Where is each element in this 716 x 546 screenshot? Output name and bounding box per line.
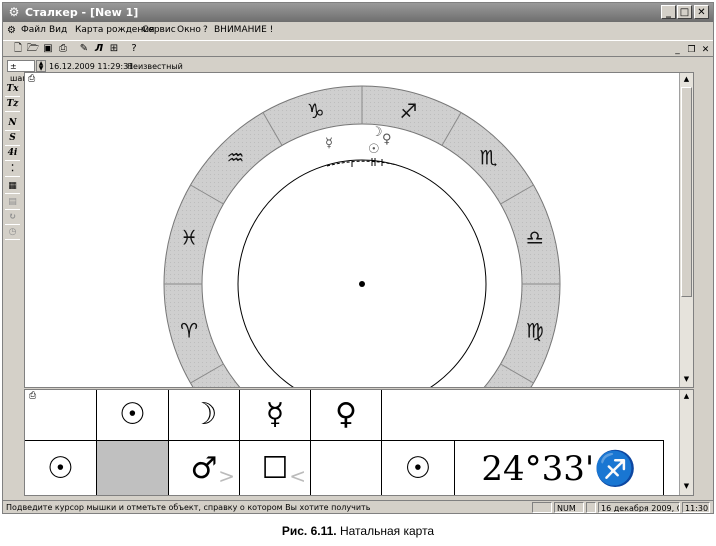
tool-tz[interactable]: Tz — [5, 97, 20, 112]
tool-4i[interactable]: 4i — [5, 146, 20, 161]
grid-aspect-sun-moon[interactable]: ♂ > — [169, 441, 240, 495]
scatter-icon[interactable]: ⁚ — [5, 162, 20, 177]
grid-aspect-sun-venus[interactable] — [311, 441, 382, 495]
grid-icon[interactable]: ⊞ — [107, 42, 121, 55]
clock-icon[interactable]: ◷ — [5, 225, 20, 240]
menu-bar: ⚙ Файл Вид Карта рождения Сервис Окно ? … — [3, 23, 713, 55]
menu-window[interactable]: Окно — [177, 25, 201, 35]
aspect-glyph: ☐ — [261, 450, 289, 486]
status-date: 16 декабря 2009, Ср. — [598, 502, 680, 513]
figure-caption: Рис. 6.11. Натальная карта — [0, 524, 716, 538]
refresh-icon[interactable]: ↻ — [5, 210, 20, 225]
status-hint: Подведите курсор мышки и отметьте объект… — [6, 503, 371, 512]
pages-icon[interactable]: ▤ — [5, 195, 20, 210]
chart-datetime[interactable]: 16.12.2009 11:29:31 — [49, 62, 133, 71]
sign-aquarius[interactable]: ♒ — [226, 145, 244, 169]
main-toolbar: 🗋 🗁 ▣ ⎙ ✎ Л ⊞ ? — [3, 40, 713, 57]
sun-glyph: ☉ — [119, 397, 146, 432]
sign-aries[interactable]: ♈ — [180, 318, 198, 342]
sign-capricorn[interactable]: ♑ — [307, 99, 325, 123]
edit-icon[interactable]: ✎ — [77, 42, 91, 55]
grid-header-moon[interactable]: ☽ — [169, 390, 240, 441]
close-button[interactable]: ✕ — [694, 5, 709, 19]
title-bar[interactable]: ⚙ Сталкер - [New 1] _ □ ✕ — [3, 3, 713, 22]
grid-corner-cell — [25, 390, 97, 441]
scroll-down-arrow-icon[interactable]: ▼ — [680, 373, 693, 386]
grid-row-sun[interactable]: ☉ — [25, 441, 97, 495]
menu-file[interactable]: Файл — [21, 25, 46, 35]
sun-glyph: ☉ — [47, 450, 74, 486]
caption-label: Рис. 6.11. — [281, 524, 337, 538]
gear-icon[interactable]: ⚙ — [7, 5, 21, 19]
scroll-up-arrow-icon[interactable]: ▲ — [680, 390, 693, 403]
status-bar: Подведите курсор мышки и отметьте объект… — [2, 500, 714, 515]
status-scrl — [586, 502, 596, 513]
grid-header-venus[interactable]: ♀ — [311, 390, 382, 441]
grid-header-empty — [382, 390, 664, 441]
step-field[interactable]: ± шаг — [7, 60, 35, 83]
minimize-button[interactable]: _ — [661, 5, 676, 19]
natal-chart-wheel: ♑ ♐ ♏ ♎ ♍ ♒ ♓ ♈ ☿ ☽ ☉ ♀ — [163, 85, 561, 387]
table-icon[interactable]: ▦ — [5, 179, 20, 194]
grid-header-sun[interactable]: ☉ — [97, 390, 169, 441]
tool-tx[interactable]: Tx — [5, 82, 20, 97]
print-icon[interactable]: ⎙ — [56, 42, 70, 55]
menu-service[interactable]: Сервис — [142, 25, 176, 35]
open-folder-icon[interactable]: 🗁 — [26, 42, 40, 55]
tool-s[interactable]: S — [5, 131, 20, 146]
moon-glyph: ☽ — [190, 397, 218, 432]
menu-view[interactable]: Вид — [49, 25, 67, 35]
maximize-button[interactable]: □ — [677, 5, 692, 19]
mdi-system-icon[interactable]: ⚙ — [7, 25, 16, 36]
caption-text: Натальная карта — [339, 524, 435, 538]
new-document-icon[interactable]: 🗋 — [11, 42, 25, 55]
step-spinner[interactable]: ▲ ▼ — [36, 60, 46, 72]
transit-icon[interactable]: Л — [92, 42, 106, 55]
sign-sagittarius[interactable]: ♐ — [399, 99, 417, 123]
menu-help[interactable]: ? — [203, 25, 208, 35]
menu-attention[interactable]: ВНИМАНИЕ ! — [214, 25, 273, 35]
chart-place[interactable]: Неизвестный — [127, 62, 183, 71]
scroll-down-arrow-icon[interactable]: ▼ — [680, 480, 693, 493]
sun-glyph: ☉ — [404, 450, 432, 486]
grid-header-mercury[interactable]: ☿ — [240, 390, 311, 441]
chart-vertical-scrollbar[interactable]: ▲ ▼ — [679, 73, 693, 387]
sign-scorpio[interactable]: ♏ — [480, 145, 498, 169]
mercury-glyph: ☿ — [265, 397, 285, 432]
grid-diagonal-cell — [97, 441, 169, 495]
venus-glyph: ♀ — [335, 397, 357, 432]
grid-position-planet[interactable]: ☉ — [382, 441, 455, 495]
planet-position-text: 24°33'♐ — [481, 448, 637, 489]
tool-n[interactable]: N — [5, 116, 20, 131]
scroll-thumb[interactable] — [681, 87, 692, 297]
grid-aspect-sun-mercury[interactable]: ☐ < — [240, 441, 311, 495]
aspect-grid-panel[interactable]: ⎙ ☉ ☽ ☿ ♀ ☉ ♂ > ☐ < ☉ 24°33'♐ ▲ ▼ — [24, 389, 694, 496]
grid-vertical-scrollbar[interactable]: ▲ ▼ — [679, 390, 693, 495]
status-caps — [532, 502, 552, 513]
planet-mercury[interactable]: ☿ — [325, 136, 333, 151]
save-icon[interactable]: ▣ — [41, 42, 55, 55]
grid-position-cell[interactable]: 24°33'♐ — [455, 441, 664, 495]
help-icon[interactable]: ? — [127, 42, 141, 55]
window-title: Сталкер - [New 1] — [25, 6, 139, 19]
planet-moon[interactable]: ☽ — [371, 125, 383, 140]
status-num: NUM — [554, 502, 584, 513]
sign-libra[interactable]: ♎ — [526, 226, 544, 250]
planet-sun[interactable]: ☉ — [368, 142, 380, 157]
planet-venus[interactable]: ♀ — [382, 132, 392, 147]
natal-chart-panel[interactable]: ⎙ ♑ ♐ ♏ ♎ ♍ ♒ ♓ ♈ ☿ ☽ ☉ ♀ ▲ ▼ — [24, 72, 694, 388]
aspect-glyph: ♂ — [190, 450, 218, 486]
left-toolbar: Tx Tz N S 4i ⁚ ▦ ▤ ↻ ◷ — [2, 78, 22, 500]
sign-pisces[interactable]: ♓ — [180, 226, 198, 250]
status-time: 11:30 — [682, 502, 710, 513]
sign-virgo[interactable]: ♍ — [526, 318, 544, 342]
scroll-up-arrow-icon[interactable]: ▲ — [680, 73, 693, 86]
chart-center-point — [359, 281, 365, 287]
